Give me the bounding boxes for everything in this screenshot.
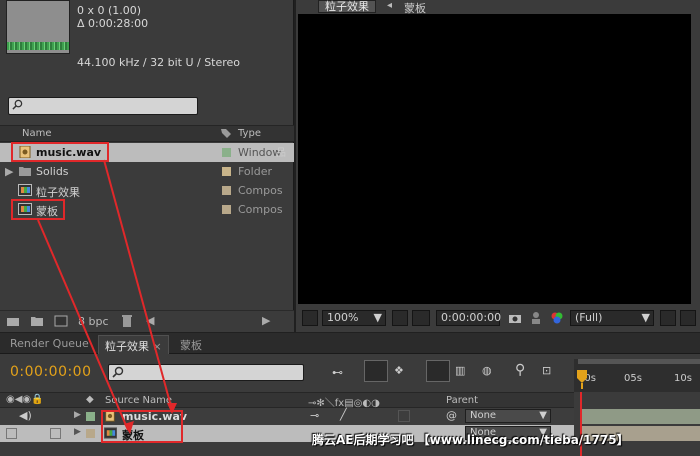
annotation-arrows: [37, 159, 177, 434]
watermark-text: 腾云AE后期学习吧 【www.linecg.com/tieba/1775】: [312, 433, 629, 447]
